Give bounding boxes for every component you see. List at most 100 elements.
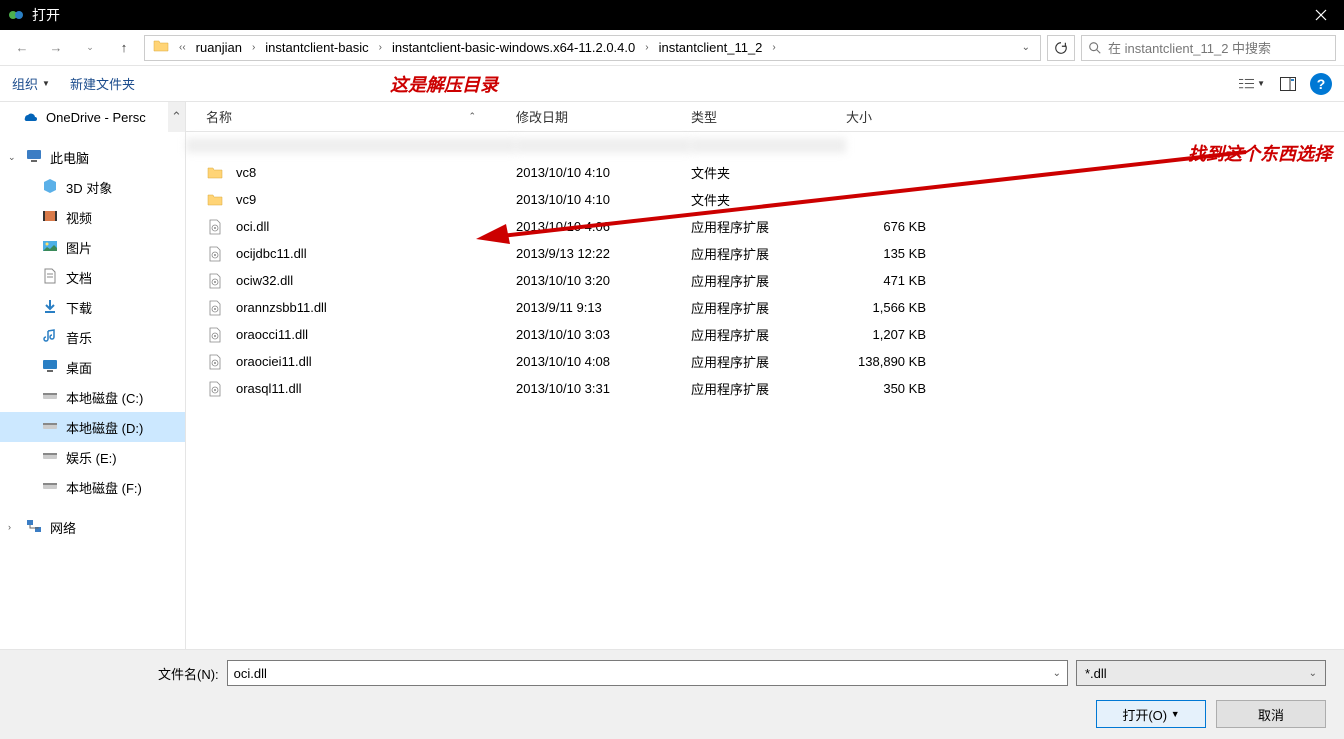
column-name[interactable]: 名称⌃ bbox=[186, 107, 516, 126]
new-folder-button[interactable]: 新建文件夹 bbox=[70, 74, 135, 93]
file-date: 2013/10/10 4:10 bbox=[516, 165, 691, 180]
chevron-icon: › bbox=[645, 42, 648, 53]
dll-file-icon bbox=[206, 381, 224, 397]
file-name: vc9 bbox=[236, 192, 256, 207]
3d-icon bbox=[42, 178, 58, 197]
sidebar-music[interactable]: 音乐 bbox=[0, 322, 185, 352]
cancel-button[interactable]: 取消 bbox=[1216, 700, 1326, 728]
filter-select[interactable]: *.dll ⌄ bbox=[1076, 660, 1326, 686]
dll-file-icon bbox=[206, 273, 224, 289]
column-size[interactable]: 大小 bbox=[846, 107, 946, 126]
file-row[interactable]: vc9 2013/10/10 4:10文件夹 bbox=[186, 186, 1344, 213]
dll-file-icon bbox=[206, 246, 224, 262]
file-name: oraociei11.dll bbox=[236, 354, 312, 369]
sidebar-scroll-up[interactable]: ⌃ bbox=[168, 102, 185, 132]
column-type[interactable]: 类型 bbox=[691, 107, 846, 126]
sidebar-disk-d[interactable]: 本地磁盘 (D:) bbox=[0, 412, 185, 442]
sidebar-documents[interactable]: 文档 bbox=[0, 262, 185, 292]
file-size: 1,566 KB bbox=[846, 300, 946, 315]
sidebar-disk-f[interactable]: 本地磁盘 (F:) bbox=[0, 472, 185, 502]
toolbar: 组织▼ 新建文件夹 这是解压目录 ▼ ? bbox=[0, 66, 1344, 102]
recent-caret[interactable]: ⌄ bbox=[76, 34, 104, 62]
chevron-icon: › bbox=[772, 42, 775, 53]
chevron-right-icon: › bbox=[8, 522, 18, 532]
music-icon bbox=[42, 328, 58, 347]
sidebar-videos[interactable]: 视频 bbox=[0, 202, 185, 232]
disk-icon bbox=[42, 418, 58, 437]
address-dropdown[interactable]: ⌄ bbox=[1016, 42, 1036, 53]
file-size: 1,207 KB bbox=[846, 327, 946, 342]
breadcrumb-item[interactable]: ruanjian bbox=[192, 38, 246, 57]
file-row-blurred[interactable] bbox=[186, 132, 1344, 159]
sidebar-this-pc[interactable]: ⌄ 此电脑 bbox=[0, 142, 185, 172]
sidebar-desktop[interactable]: 桌面 bbox=[0, 352, 185, 382]
caret-down-icon: ▼ bbox=[1257, 79, 1265, 88]
sidebar-disk-e[interactable]: 娱乐 (E:) bbox=[0, 442, 185, 472]
file-row[interactable]: orasql11.dll2013/10/10 3:31应用程序扩展350 KB bbox=[186, 375, 1344, 402]
open-button[interactable]: 打开(O) ▼ bbox=[1096, 700, 1206, 728]
sidebar-3d-objects[interactable]: 3D 对象 bbox=[0, 172, 185, 202]
organize-button[interactable]: 组织▼ bbox=[12, 74, 50, 93]
folder-icon bbox=[206, 192, 224, 208]
file-date: 2013/10/10 3:20 bbox=[516, 273, 691, 288]
file-name: oraocci11.dll bbox=[236, 327, 308, 342]
sidebar-disk-c[interactable]: 本地磁盘 (C:) bbox=[0, 382, 185, 412]
sort-caret-icon: ⌃ bbox=[468, 111, 476, 122]
close-button[interactable] bbox=[1298, 0, 1344, 30]
file-size: 471 KB bbox=[846, 273, 946, 288]
file-date: 2013/10/10 4:06 bbox=[516, 219, 691, 234]
file-list: 名称⌃ 修改日期 类型 大小 vc82013/10/10 4:10文件夹 vc9 2… bbox=[186, 102, 1344, 649]
main-area: ⌃ OneDrive - Persc ⌄ 此电脑 3D 对象 视频 图片 文档 … bbox=[0, 102, 1344, 649]
file-type: 文件夹 bbox=[691, 163, 846, 182]
filename-input[interactable]: oci.dll ⌄ bbox=[227, 660, 1068, 686]
file-row[interactable]: oci.dll2013/10/10 4:06应用程序扩展676 KB bbox=[186, 213, 1344, 240]
caret-down-icon: ▼ bbox=[42, 79, 50, 88]
file-row[interactable]: ocijdbc11.dll2013/9/13 12:22应用程序扩展135 KB bbox=[186, 240, 1344, 267]
file-row[interactable]: ociw32.dll2013/10/10 3:20应用程序扩展471 KB bbox=[186, 267, 1344, 294]
file-date: 2013/10/10 4:08 bbox=[516, 354, 691, 369]
search-input[interactable]: 在 instantclient_11_2 中搜索 bbox=[1081, 35, 1336, 61]
sidebar-onedrive[interactable]: OneDrive - Persc bbox=[0, 102, 185, 132]
column-date[interactable]: 修改日期 bbox=[516, 107, 691, 126]
file-row[interactable]: oraocci11.dll 2013/10/10 3:03应用程序扩展1,207 … bbox=[186, 321, 1344, 348]
dropdown-icon[interactable]: ⌄ bbox=[1053, 668, 1061, 679]
address-bar[interactable]: ‹‹ ruanjian › instantclient-basic › inst… bbox=[144, 35, 1041, 61]
breadcrumb-item[interactable]: instantclient-basic bbox=[261, 38, 372, 57]
view-mode-button[interactable]: ▼ bbox=[1238, 72, 1266, 96]
disk-icon bbox=[42, 448, 58, 467]
breadcrumb-item[interactable]: instantclient_11_2 bbox=[655, 38, 767, 57]
title-bar: 打开 bbox=[0, 0, 1344, 30]
preview-pane-button[interactable] bbox=[1274, 72, 1302, 96]
sidebar-network[interactable]: ›网络 bbox=[0, 512, 185, 542]
file-row[interactable]: vc82013/10/10 4:10文件夹 bbox=[186, 159, 1344, 186]
search-placeholder: 在 instantclient_11_2 中搜索 bbox=[1108, 38, 1271, 57]
network-icon bbox=[26, 518, 42, 537]
file-type: 文件夹 bbox=[691, 190, 846, 209]
up-button[interactable]: ↑ bbox=[110, 34, 138, 62]
onedrive-icon bbox=[22, 108, 38, 127]
file-type: 应用程序扩展 bbox=[691, 325, 846, 344]
dialog-bottom: 文件名(N): oci.dll ⌄ *.dll ⌄ 打开(O) ▼ 取消 bbox=[0, 649, 1344, 739]
breadcrumb-item[interactable]: instantclient-basic-windows.x64-11.2.0.4… bbox=[388, 38, 639, 57]
window-title: 打开 bbox=[32, 5, 1298, 25]
pc-icon bbox=[26, 148, 42, 167]
forward-button[interactable]: → bbox=[42, 34, 70, 62]
annotation-extract-dir: 这是解压目录 bbox=[390, 71, 498, 97]
file-type: 应用程序扩展 bbox=[691, 217, 846, 236]
file-date: 2013/10/10 3:03 bbox=[516, 327, 691, 342]
file-row[interactable]: orannzsbb11.dll2013/9/11 9:13应用程序扩展1,566… bbox=[186, 294, 1344, 321]
file-row[interactable]: oraociei11.dll2013/10/10 4:08应用程序扩展138,8… bbox=[186, 348, 1344, 375]
file-name: ocijdbc11.dll bbox=[236, 246, 307, 261]
file-date: 2013/10/10 4:10 bbox=[516, 192, 691, 207]
chevron-icon: › bbox=[252, 42, 255, 53]
help-button[interactable]: ? bbox=[1310, 73, 1332, 95]
sidebar-pictures[interactable]: 图片 bbox=[0, 232, 185, 262]
chevron-icon: ‹‹ bbox=[179, 42, 186, 53]
refresh-button[interactable] bbox=[1047, 35, 1075, 61]
sidebar-downloads[interactable]: 下载 bbox=[0, 292, 185, 322]
file-name: orannzsbb11.dll bbox=[236, 300, 327, 315]
annotation-find-select: 找到这个东西选择 bbox=[1188, 140, 1332, 166]
folder-icon bbox=[206, 165, 224, 181]
file-type: 应用程序扩展 bbox=[691, 379, 846, 398]
back-button[interactable]: ← bbox=[8, 34, 36, 62]
